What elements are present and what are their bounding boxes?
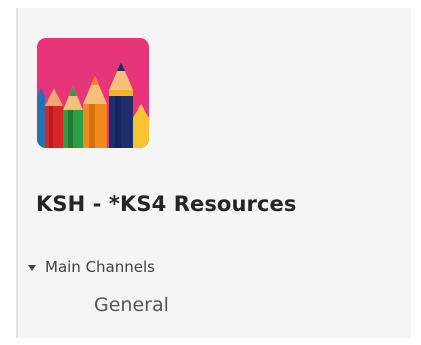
channel-group-label: Main Channels	[45, 258, 155, 276]
caret-down-icon[interactable]	[28, 264, 36, 271]
channel-group-main[interactable]: Main Channels	[28, 258, 155, 276]
team-panel: KSH - *KS4 Resources Main Channels Gener…	[18, 8, 411, 338]
colored-pencils-icon	[37, 38, 149, 148]
team-avatar[interactable]	[37, 38, 149, 148]
channel-item-general[interactable]: General	[94, 294, 169, 316]
team-name: KSH - *KS4 Resources	[36, 192, 297, 216]
